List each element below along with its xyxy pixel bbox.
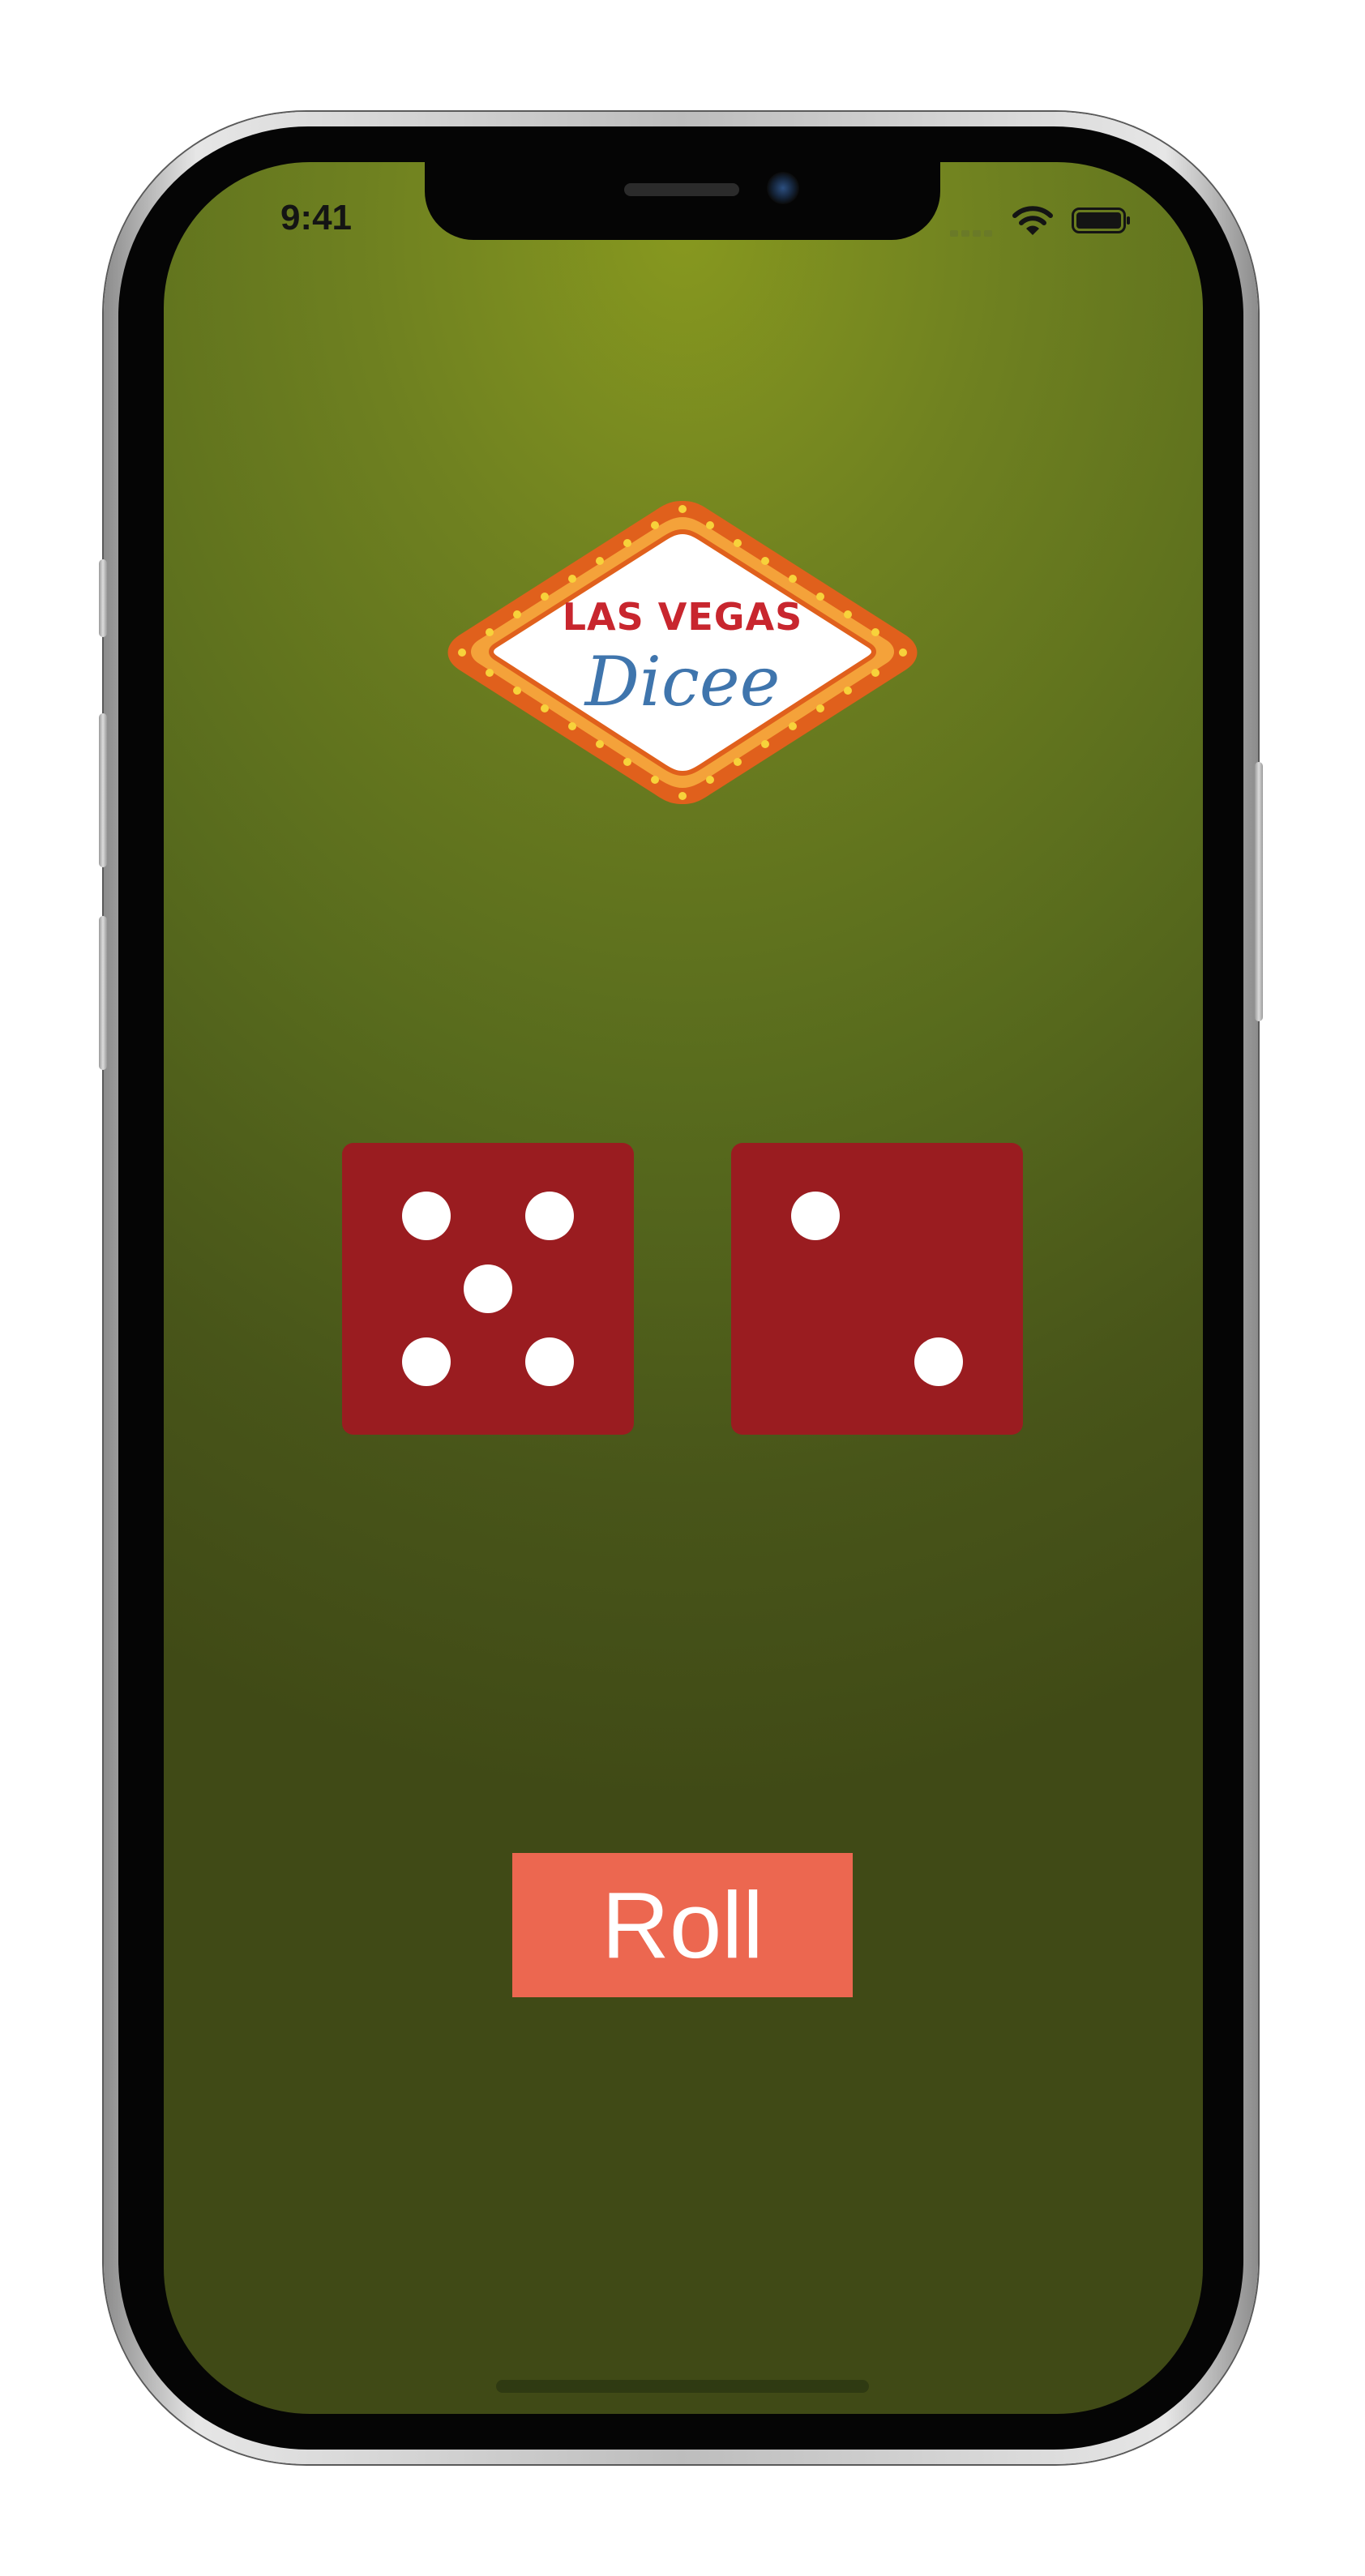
volume-up-button: [99, 713, 107, 867]
die-left: [342, 1143, 634, 1435]
las-vegas-dicee-logo: LAS VEGAS Dicee: [443, 496, 922, 809]
die-pip: [402, 1337, 451, 1386]
volume-down-button: [99, 916, 107, 1070]
wifi-icon: [1012, 204, 1054, 237]
front-camera: [767, 172, 799, 204]
logo-title: LAS VEGAS: [562, 595, 803, 639]
notch: [425, 162, 940, 240]
die-pip: [914, 1337, 963, 1386]
cellular-signal-icon: [950, 229, 999, 237]
device-stage: 9:41 LAS VEGAS Dicee Roll: [0, 0, 1365, 2576]
home-indicator[interactable]: [496, 2380, 869, 2393]
die-right: [731, 1143, 1023, 1435]
die-pip: [464, 1264, 512, 1313]
earpiece-speaker: [624, 183, 739, 196]
battery-icon: [1072, 208, 1132, 233]
die-pip: [791, 1192, 840, 1240]
die-pip: [525, 1337, 574, 1386]
logo-script: Dicee: [584, 642, 781, 721]
die-pip: [402, 1192, 451, 1240]
die-pip: [525, 1192, 574, 1240]
status-time: 9:41: [280, 198, 353, 237]
power-button: [1255, 762, 1263, 1021]
silent-switch: [99, 559, 107, 637]
roll-button[interactable]: Roll: [512, 1853, 853, 1997]
